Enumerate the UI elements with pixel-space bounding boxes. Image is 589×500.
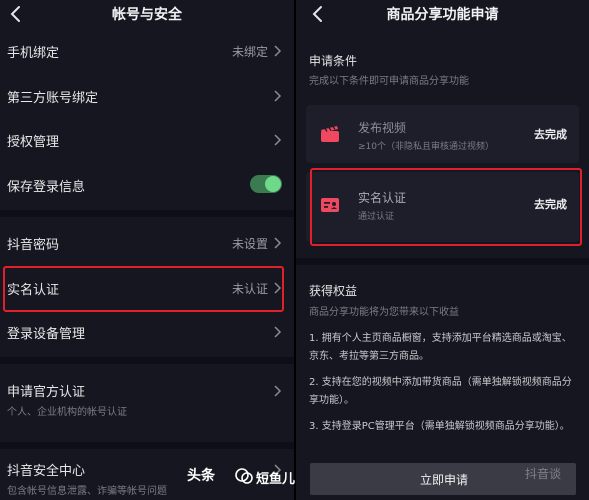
watermark-right: 短鱼儿 (256, 472, 296, 487)
chevron-right-icon (274, 45, 282, 57)
chevron-right-icon (274, 326, 282, 338)
page-title: 商品分享功能申请 (386, 7, 499, 23)
card-title: 发布视频 (358, 121, 407, 135)
row-authorization[interactable]: 授权管理 (0, 129, 294, 151)
left-header: 帐号与安全 (0, 0, 294, 30)
row-value: 未绑定 (231, 45, 268, 59)
watermark-logo-icon (235, 468, 253, 484)
row-phone-binding[interactable]: 手机绑定 未绑定 (0, 40, 294, 62)
benefit-item: 2. 支持在您的视频中添加带货商品（需单独解锁视频商品分享功能）。 (309, 377, 572, 406)
chevron-right-icon (274, 237, 282, 249)
chevron-right-icon (274, 90, 282, 102)
benefit-item: 1. 拥有个人主页商品橱窗，支持添加平台精选商品或淘宝、京东、考拉等第三方商品。 (309, 333, 572, 362)
row-subtitle: 包含帐号信息泄露、诈骗等帐号问题 (7, 486, 167, 497)
row-save-login: 保存登录信息 (0, 174, 294, 196)
row-label: 申请官方认证 (7, 385, 86, 400)
card-subtitle: ≥10个（非隐私且审核通过视频） (358, 142, 494, 152)
conditions-title: 申请条件 (309, 54, 358, 68)
row-device-management[interactable]: 登录设备管理 (0, 321, 294, 343)
section-divider (0, 442, 294, 449)
row-official-verification[interactable]: 申请官方认证 个人、企业机构的帐号认证 (0, 380, 294, 420)
row-label: 抖音密码 (7, 238, 60, 253)
save-login-toggle[interactable] (250, 175, 282, 193)
highlight-box-real-name-card (310, 168, 582, 246)
benefit-item: 3. 支持登录PC管理平台（需单独解锁视频商品分享功能）。 (309, 421, 570, 432)
account-security-screen: 帐号与安全 手机绑定 未绑定 第三方账号绑定 授权管理 保存登录信息 抖音密码 … (0, 0, 294, 500)
row-subtitle: 个人、企业机构的帐号认证 (7, 407, 127, 418)
row-label: 第三方账号绑定 (7, 91, 99, 106)
highlight-box-real-name (3, 266, 284, 312)
page-title: 帐号与安全 (112, 7, 182, 23)
row-label: 登录设备管理 (7, 327, 86, 342)
conditions-description: 完成以下条件即可申请商品分享功能 (309, 76, 469, 87)
row-label: 手机绑定 (7, 46, 60, 61)
chevron-right-icon (274, 134, 282, 146)
toggle-knob (265, 176, 281, 192)
benefits-description: 商品分享功能将为您带来以下收益 (309, 307, 459, 318)
watermark-faint: 抖音谈 (525, 467, 562, 481)
right-header: 商品分享功能申请 (296, 0, 589, 30)
condition-card-publish-video: 发布视频 ≥10个（非隐私且审核通过视频） 去完成 (306, 105, 579, 163)
section-divider (0, 210, 294, 217)
go-complete-button[interactable]: 去完成 (534, 126, 567, 142)
apply-label: 立即申请 (420, 473, 469, 487)
row-label: 抖音安全中心 (7, 464, 86, 479)
section-divider (296, 258, 589, 265)
row-value: 未设置 (231, 237, 268, 251)
row-third-party-binding[interactable]: 第三方账号绑定 (0, 85, 294, 107)
product-share-application-screen: 商品分享功能申请 申请条件 完成以下条件即可申请商品分享功能 发布视频 ≥10个… (296, 0, 589, 500)
row-label: 授权管理 (7, 135, 60, 150)
row-label: 保存登录信息 (7, 180, 86, 195)
row-password[interactable]: 抖音密码 未设置 (0, 232, 294, 254)
watermark-left: 头条 (187, 468, 215, 484)
section-divider (0, 357, 294, 364)
watermark-text: 头条 (187, 465, 215, 485)
benefits-title: 获得权益 (309, 284, 358, 298)
video-clapper-icon (321, 126, 339, 142)
chevron-right-icon (274, 385, 282, 397)
